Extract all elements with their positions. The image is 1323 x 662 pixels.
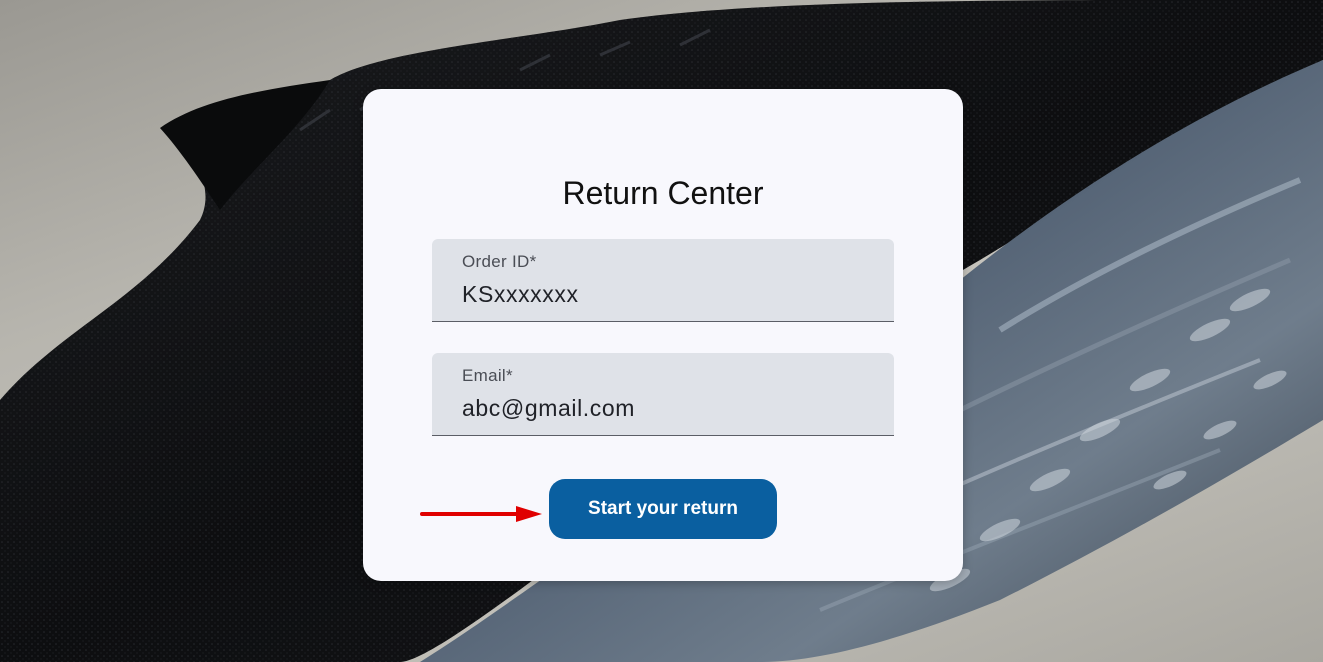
- page-title: Return Center: [562, 175, 764, 211]
- order-id-field[interactable]: Order ID* KSxxxxxxx: [432, 239, 894, 322]
- email-value[interactable]: abc@gmail.com: [462, 395, 635, 422]
- start-return-button[interactable]: Start your return: [549, 479, 777, 539]
- email-field[interactable]: Email* abc@gmail.com: [432, 353, 894, 436]
- red-arrow-annotation: [420, 506, 542, 522]
- email-label: Email*: [462, 366, 513, 385]
- order-id-label: Order ID*: [462, 252, 537, 271]
- page: Return Center Order ID* KSxxxxxxx Email*…: [0, 0, 1323, 662]
- order-id-value[interactable]: KSxxxxxxx: [462, 281, 579, 308]
